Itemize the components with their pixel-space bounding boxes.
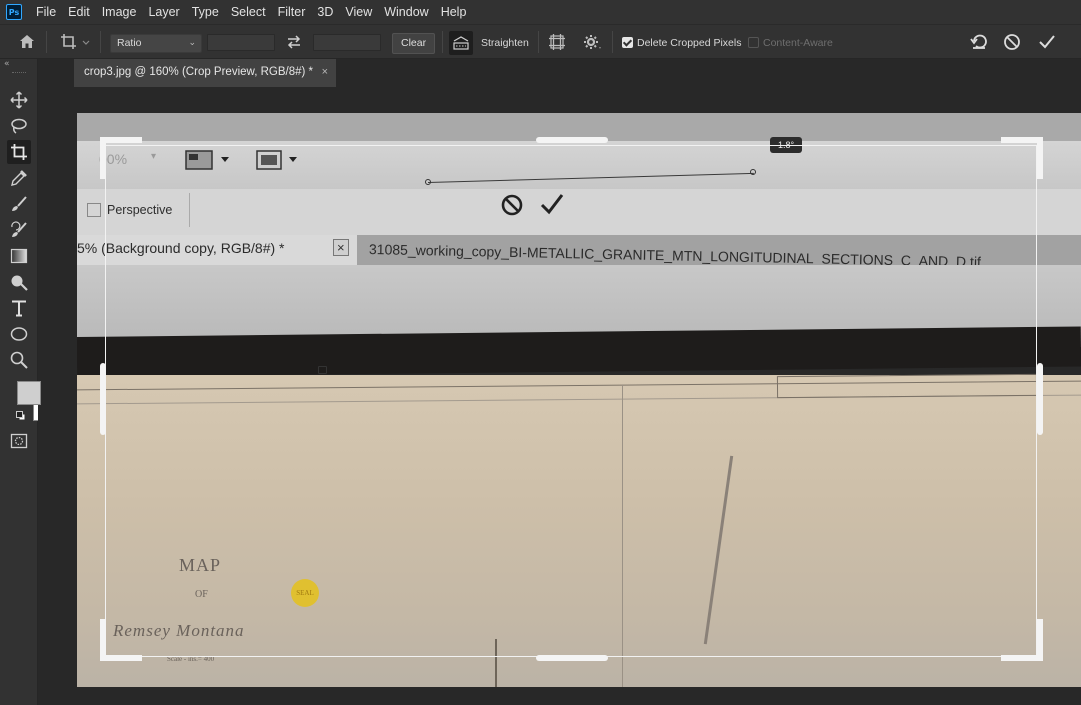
crop-handle-right[interactable] xyxy=(1037,363,1043,435)
ratio-select-value: Ratio xyxy=(117,37,142,49)
canvas-area[interactable]: 00% ▾ Perspective 31085_working_copy_BI-… xyxy=(74,87,1081,705)
clear-button[interactable]: Clear xyxy=(392,33,436,54)
gradient-tool-icon[interactable] xyxy=(7,244,31,268)
close-tab-icon[interactable]: × xyxy=(322,66,328,78)
crop-boundary[interactable] xyxy=(105,145,1037,657)
menu-bar: Ps File Edit Image Layer Type Select Fil… xyxy=(0,0,1081,24)
menu-select[interactable]: Select xyxy=(225,5,272,19)
separator xyxy=(612,31,613,53)
crop-handle-top-left[interactable] xyxy=(100,137,142,143)
swap-dimensions-icon[interactable] xyxy=(286,34,302,53)
menu-3d[interactable]: 3D xyxy=(311,5,339,19)
straighten-label[interactable]: Straighten xyxy=(481,37,529,49)
home-icon[interactable] xyxy=(18,33,36,53)
crop-handle-top[interactable] xyxy=(536,137,608,143)
width-input[interactable] xyxy=(207,34,275,51)
separator xyxy=(46,31,47,53)
history-brush-tool-icon[interactable] xyxy=(7,218,31,242)
tools-panel: « xyxy=(0,59,61,705)
foreground-color-swatch-front[interactable] xyxy=(17,381,41,405)
menu-window[interactable]: Window xyxy=(378,5,434,19)
separator xyxy=(538,31,539,53)
delete-cropped-pixels-checkbox[interactable] xyxy=(622,37,633,48)
cancel-icon[interactable] xyxy=(1003,33,1021,54)
menu-filter[interactable]: Filter xyxy=(272,5,312,19)
ratio-select[interactable]: Ratio ⌄ xyxy=(110,34,202,53)
height-input[interactable] xyxy=(313,34,381,51)
document-tab-bar: crop3.jpg @ 160% (Crop Preview, RGB/8#) … xyxy=(74,59,1081,87)
menu-help[interactable]: Help xyxy=(435,5,473,19)
menu-layer[interactable]: Layer xyxy=(142,5,185,19)
ellipse-tool-icon[interactable] xyxy=(7,322,31,346)
panel-grip[interactable] xyxy=(12,72,26,74)
chevron-down-icon: ⌄ xyxy=(188,37,196,47)
canvas-bottom-strip xyxy=(74,687,1081,705)
options-bar: Ratio ⌄ Clear Straighten Delete Cropped … xyxy=(0,24,1081,59)
menu-edit[interactable]: Edit xyxy=(62,5,96,19)
content-aware-label[interactable]: Content-Aware xyxy=(763,37,833,49)
eyedropper-tool-icon[interactable] xyxy=(7,166,31,190)
move-tool-icon[interactable] xyxy=(7,88,31,112)
image-perspective-checkbox xyxy=(87,203,101,217)
default-colors-icon[interactable] xyxy=(16,410,26,421)
type-tool-icon[interactable] xyxy=(7,296,31,320)
panel-gap xyxy=(38,59,74,705)
crop-overlay-grid-icon[interactable] xyxy=(548,33,566,54)
quick-mask-icon[interactable] xyxy=(7,429,31,453)
collapse-panel-icon[interactable]: « xyxy=(4,59,10,69)
document-tab-title: crop3.jpg @ 160% (Crop Preview, RGB/8#) … xyxy=(84,66,313,78)
document-tab[interactable]: crop3.jpg @ 160% (Crop Preview, RGB/8#) … xyxy=(74,59,336,87)
brush-tool-icon[interactable] xyxy=(7,192,31,216)
menu-view[interactable]: View xyxy=(339,5,378,19)
crop-tool-icon[interactable] xyxy=(7,140,31,164)
photoshop-logo[interactable]: Ps xyxy=(6,4,22,20)
content-aware-checkbox[interactable] xyxy=(748,37,759,48)
commit-check-icon[interactable] xyxy=(1038,33,1056,54)
zoom-tool-icon[interactable] xyxy=(7,348,31,372)
crop-handle-top-right-v[interactable] xyxy=(1037,137,1043,179)
straighten-icon[interactable] xyxy=(449,31,473,55)
crop-handle-top-left-v[interactable] xyxy=(100,137,106,179)
dodge-tool-icon[interactable] xyxy=(7,270,31,294)
crop-handle-bottom[interactable] xyxy=(536,655,608,661)
reset-icon[interactable] xyxy=(970,33,988,54)
crop-handle-left[interactable] xyxy=(100,363,106,435)
crop-tool-preset-icon[interactable] xyxy=(60,33,90,54)
menu-image[interactable]: Image xyxy=(96,5,143,19)
delete-cropped-pixels-label[interactable]: Delete Cropped Pixels xyxy=(637,37,741,49)
menu-type[interactable]: Type xyxy=(186,5,225,19)
lasso-tool-icon[interactable] xyxy=(7,114,31,138)
crop-handle-bottom-left-v[interactable] xyxy=(100,619,106,661)
crop-handle-bottom-right-v[interactable] xyxy=(1037,619,1043,661)
crop-handle-bottom-left[interactable] xyxy=(100,655,142,661)
separator xyxy=(100,31,101,53)
gear-icon[interactable] xyxy=(583,33,603,54)
separator xyxy=(442,31,443,53)
menu-file[interactable]: File xyxy=(30,5,62,19)
